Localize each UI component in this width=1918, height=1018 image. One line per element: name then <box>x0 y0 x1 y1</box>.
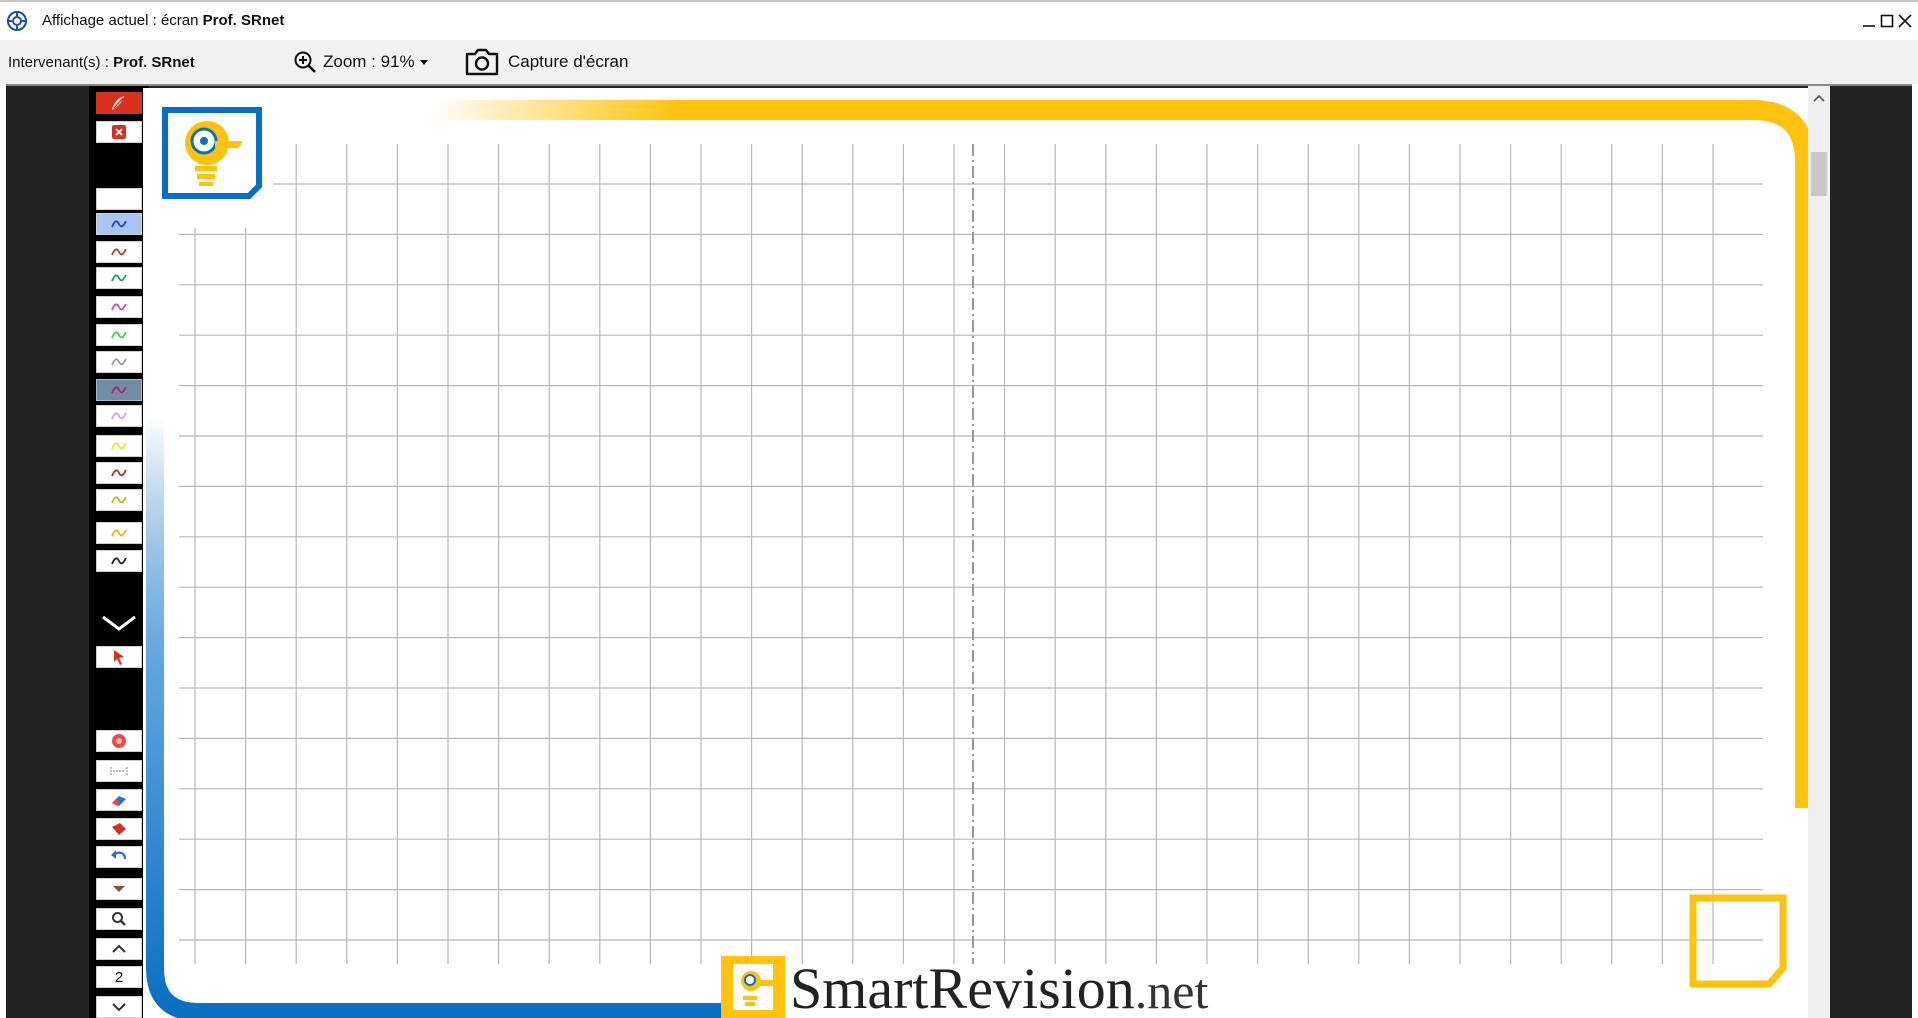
session-infobar: Intervenant(s) : Prof. SRnet Zoom : 91% … <box>0 40 1918 84</box>
eraser-icon <box>112 796 126 806</box>
window-title-prefix: Affichage actuel : écran <box>42 12 199 29</box>
next-page-button[interactable] <box>96 996 142 1018</box>
pen-stroke-icon <box>111 274 127 282</box>
brand-tld: .net <box>1135 963 1209 1018</box>
zoom-dropdown[interactable]: Zoom : 91% <box>293 49 430 75</box>
pen-color-button[interactable] <box>96 267 142 289</box>
pen-stroke-icon <box>111 442 127 450</box>
vertical-scrollbar[interactable] <box>1808 86 1830 1018</box>
pen-color-button[interactable] <box>96 324 142 346</box>
line-tool-button[interactable] <box>96 760 142 782</box>
bulb-logo-icon <box>162 107 262 199</box>
laser-dot-icon <box>112 734 126 748</box>
app-logo-icon <box>7 11 27 31</box>
pen-tip-icon <box>112 96 124 110</box>
close-icon <box>112 125 126 139</box>
pen-color-button[interactable] <box>96 213 142 235</box>
magnifier-icon <box>112 912 126 926</box>
pen-stroke-icon <box>111 557 127 565</box>
yellow-top-border <box>433 100 1815 808</box>
pen-stroke-icon <box>111 220 127 228</box>
pen-color-button[interactable] <box>96 522 142 544</box>
pen-stroke-icon <box>111 358 127 366</box>
pen-stroke-icon <box>111 248 127 256</box>
blank-tool-button[interactable] <box>96 188 142 210</box>
trash-brush-icon <box>112 823 126 835</box>
page-number: 2 <box>114 968 124 986</box>
scrollbar-thumb[interactable] <box>1811 152 1827 196</box>
camera-icon <box>465 48 499 76</box>
grid-lines <box>179 144 1763 964</box>
clear-annotations-button[interactable] <box>96 818 142 840</box>
presenters-info: Intervenant(s) : Prof. SRnet <box>8 54 195 71</box>
laser-pointer-button[interactable] <box>96 730 142 752</box>
cursor-arrow-icon <box>114 650 124 665</box>
shared-screen-viewer: 2 SmartRevision.net <box>6 84 1912 1018</box>
pen-stroke-icon <box>111 496 127 504</box>
screenshot-label: Capture d'écran <box>508 52 629 71</box>
whiteboard-slide[interactable]: SmartRevision.net <box>143 88 1815 1018</box>
collapse-toolbar-button[interactable] <box>96 610 142 636</box>
pen-color-button[interactable] <box>96 435 142 457</box>
pen-color-button[interactable] <box>96 489 142 511</box>
presenters-label: Intervenant(s) : <box>8 54 109 71</box>
close-annotation-button[interactable] <box>96 121 142 143</box>
pen-color-button[interactable] <box>96 351 142 373</box>
chevron-down-icon <box>112 1003 126 1012</box>
zoom-in-icon <box>294 51 316 73</box>
zoom-label: Zoom : 91% <box>323 52 415 71</box>
undo-icon <box>111 850 127 860</box>
pen-color-button[interactable] <box>96 379 142 401</box>
minimize-icon[interactable] <box>1860 12 1878 30</box>
pen-stroke-icon <box>111 331 127 339</box>
chevron-down-icon <box>419 60 428 65</box>
zoom-tool-button[interactable] <box>96 908 142 930</box>
pen-stroke-icon <box>111 303 127 311</box>
blue-left-border <box>146 418 743 1018</box>
sticky-note-icon <box>1689 894 1787 988</box>
pen-color-button[interactable] <box>96 462 142 484</box>
pen-color-button[interactable] <box>96 296 142 318</box>
scroll-up-icon[interactable] <box>1808 90 1830 106</box>
whiteboard-canvas: SmartRevision.net <box>146 100 1815 1018</box>
pointer-tool-button[interactable] <box>96 646 142 668</box>
pen-stroke-icon <box>111 386 127 394</box>
annotate-tool-button[interactable] <box>96 92 142 114</box>
eraser-tool-button[interactable] <box>96 789 142 811</box>
pen-color-button[interactable] <box>96 550 142 572</box>
close-icon[interactable] <box>1896 12 1914 30</box>
page-number-field[interactable]: 2 <box>96 966 142 988</box>
presenters-value: Prof. SRnet <box>113 54 195 71</box>
previous-page-button[interactable] <box>96 938 142 960</box>
chevron-up-icon <box>112 944 126 953</box>
undo-button[interactable] <box>96 846 142 868</box>
pen-stroke-icon <box>111 412 127 420</box>
pen-color-button[interactable] <box>96 405 142 427</box>
brand-logo-icon <box>721 956 785 1018</box>
window-titlebar: Affichage actuel : écran Prof. SRnet <box>0 0 1918 40</box>
window-title-owner: Prof. SRnet <box>202 12 285 29</box>
more-tools-button[interactable] <box>96 878 142 900</box>
brand-name: SmartRevision <box>790 956 1135 1018</box>
pen-color-button[interactable] <box>96 241 142 263</box>
screenshot-button[interactable]: Capture d'écran <box>464 46 628 78</box>
window-title: Affichage actuel : écran Prof. SRnet <box>42 12 284 29</box>
pen-stroke-icon <box>111 529 127 537</box>
chevron-down-icon <box>102 615 136 631</box>
annotation-toolbar: 2 <box>89 86 149 1018</box>
line-measure-icon <box>110 767 128 775</box>
brand-wordmark: SmartRevision.net <box>790 956 1208 1018</box>
pen-stroke-icon <box>111 469 127 477</box>
chevron-down-icon <box>113 886 125 892</box>
maximize-icon[interactable] <box>1878 12 1896 30</box>
